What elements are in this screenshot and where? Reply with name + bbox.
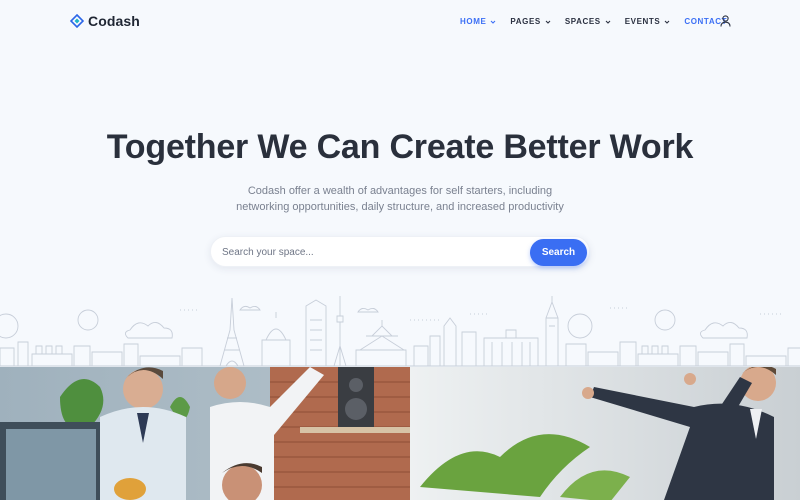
search-form: Search bbox=[210, 236, 590, 267]
chevron-down-icon bbox=[491, 20, 496, 24]
navbar: Codash HOME PAGES SPACES EVENTS CONTACT bbox=[0, 0, 800, 44]
nav-item-pages[interactable]: PAGES bbox=[510, 17, 551, 26]
nav-item-spaces[interactable]: SPACES bbox=[565, 17, 611, 26]
team-photo bbox=[0, 367, 800, 500]
search-button[interactable]: Search bbox=[530, 239, 587, 266]
search-input[interactable] bbox=[222, 243, 522, 261]
hero-subtitle: Codash offer a wealth of advantages for … bbox=[0, 183, 800, 215]
nav-item-label: SPACES bbox=[564, 17, 601, 26]
chevron-down-icon bbox=[545, 20, 551, 24]
main-nav: HOME PAGES SPACES EVENTS CONTACT bbox=[460, 17, 741, 26]
nav-item-label: HOME bbox=[460, 17, 487, 26]
brand-name: Codash bbox=[88, 13, 140, 29]
user-icon[interactable] bbox=[720, 15, 731, 27]
nav-item-label: EVENTS bbox=[624, 17, 661, 26]
hero-subtitle-line: networking opportunities, daily structur… bbox=[236, 201, 564, 213]
hero-subtitle-line: Codash offer a wealth of advantages for … bbox=[247, 185, 553, 197]
hero-title: Together We Can Create Better Work bbox=[106, 128, 694, 166]
nav-item-events[interactable]: EVENTS bbox=[625, 17, 671, 26]
logo-icon bbox=[70, 14, 84, 28]
chevron-down-icon bbox=[664, 20, 670, 24]
city-skyline-illustration bbox=[0, 296, 800, 367]
chevron-down-icon bbox=[605, 20, 611, 24]
nav-item-label: PAGES bbox=[510, 17, 541, 26]
brand-logo[interactable]: Codash bbox=[70, 13, 140, 29]
nav-item-home[interactable]: HOME bbox=[460, 17, 496, 26]
